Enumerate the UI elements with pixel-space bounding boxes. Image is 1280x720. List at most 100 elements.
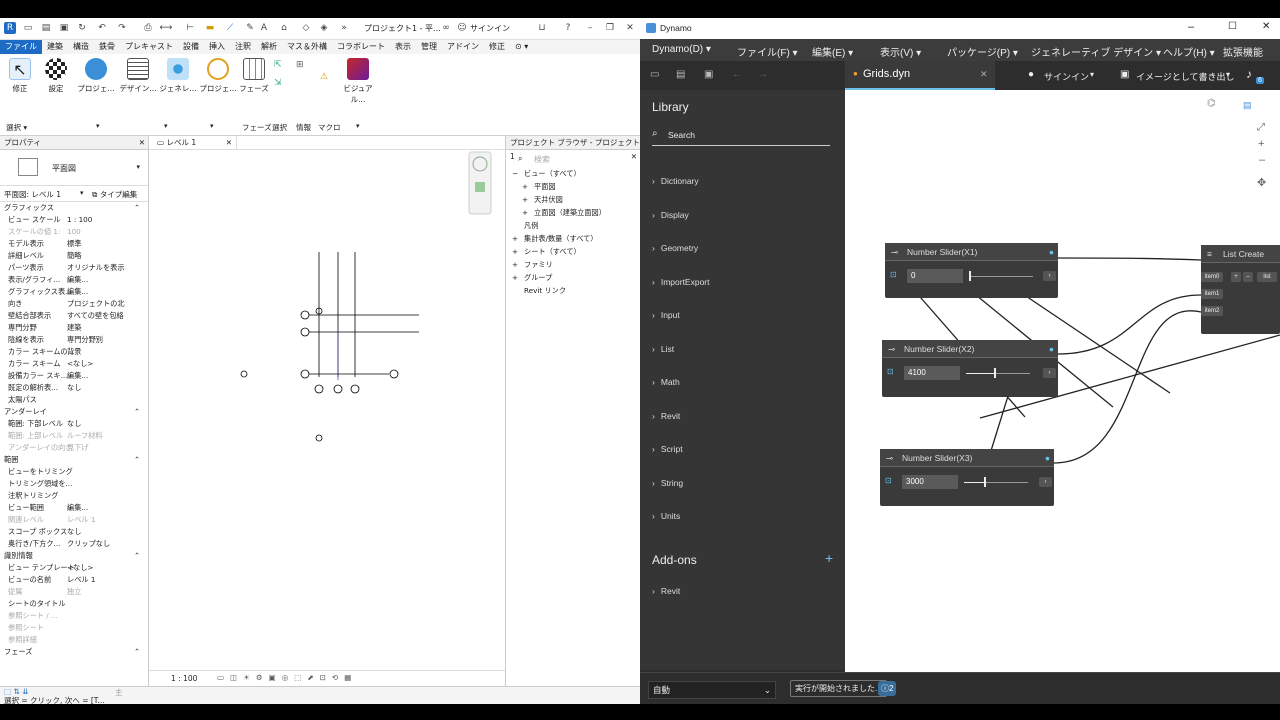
measure-icon[interactable]: ⟷ bbox=[160, 22, 173, 34]
property-row[interactable]: 専門分野 建築 bbox=[0, 322, 148, 334]
save-icon[interactable]: ▣ bbox=[704, 69, 713, 80]
library-search[interactable]: ⌕ Search bbox=[652, 124, 830, 146]
minimize-icon[interactable]: – bbox=[584, 22, 596, 34]
library-item[interactable]: › Math bbox=[652, 377, 680, 387]
property-row[interactable]: トリミング領域を... bbox=[0, 478, 148, 490]
property-row[interactable]: 範囲: 上部レベル ルーフ材料 bbox=[0, 430, 148, 442]
property-row[interactable]: アンダーレイの向き 見下げ bbox=[0, 442, 148, 454]
property-value[interactable]: 建築 bbox=[67, 322, 81, 334]
output-port[interactable]: › bbox=[1039, 477, 1052, 487]
slider-thumb[interactable] bbox=[984, 477, 987, 487]
library-item[interactable]: › Dictionary bbox=[652, 176, 699, 186]
inquiry-icon[interactable]: ⊞ bbox=[296, 60, 312, 72]
warning-icon[interactable]: ⚠ bbox=[320, 72, 336, 84]
browser-item[interactable]: Revit リンク bbox=[506, 285, 640, 298]
library-item[interactable]: › Script bbox=[652, 444, 683, 454]
expand-icon[interactable]: + bbox=[522, 207, 528, 219]
property-row[interactable]: ビュー範囲 編集... bbox=[0, 502, 148, 514]
collapse-icon[interactable]: ⌃ bbox=[134, 406, 140, 418]
property-value[interactable]: プロジェクトの北 bbox=[67, 298, 125, 310]
property-row[interactable]: スケールの値 1: 100 bbox=[0, 226, 148, 238]
collapse-icon[interactable]: ⌃ bbox=[134, 454, 140, 466]
expand-icon[interactable]: + bbox=[512, 259, 518, 271]
view-control-icons[interactable]: ▭◫☀⚙▣◎⬚⬈⊡⟲▦ bbox=[217, 673, 357, 682]
instance-filter[interactable]: 平面図: レベル 1 ▾ ⧉ タイプ編集 bbox=[0, 186, 148, 202]
restore-icon[interactable]: ❐ bbox=[604, 22, 616, 34]
revit-menu-9[interactable]: マス＆外構 bbox=[282, 40, 332, 54]
property-value[interactable]: 編集... bbox=[67, 502, 88, 514]
property-row[interactable]: 従属 独立 bbox=[0, 586, 148, 598]
library-item[interactable]: › Revit bbox=[652, 411, 680, 421]
property-row[interactable]: グラフィックス表... 編集... bbox=[0, 286, 148, 298]
property-value[interactable]: 編集... bbox=[67, 286, 88, 298]
generative-button[interactable]: ジェネレ... bbox=[158, 58, 198, 94]
revit-menu-12[interactable]: 管理 bbox=[416, 40, 442, 54]
property-row[interactable]: 表示/グラフィ... 編集... bbox=[0, 274, 148, 286]
dynamo-signin[interactable]: サインイン bbox=[1044, 70, 1089, 83]
panel-dropdown-4[interactable]: ▾ bbox=[356, 122, 360, 130]
select-links-icon[interactable]: ⇱ bbox=[274, 60, 290, 72]
property-row[interactable]: スコープ ボックス なし bbox=[0, 526, 148, 538]
number-slider-x2[interactable]: ⊸ Number Slider(X2) ● ⊡ 4100 › bbox=[882, 340, 1058, 397]
close-icon[interactable]: ✕ bbox=[624, 22, 636, 34]
input-port-item2[interactable]: item2 bbox=[1201, 306, 1223, 316]
revit-signin[interactable]: サインイン bbox=[470, 23, 510, 34]
output-port-list[interactable]: list bbox=[1257, 272, 1277, 282]
property-row[interactable]: ビュー テンプレート <なし> bbox=[0, 562, 148, 574]
section-icon[interactable]: ◈ bbox=[318, 22, 330, 34]
view-scale[interactable]: 1 : 100 bbox=[171, 674, 197, 683]
sync-icon[interactable]: ↻ bbox=[76, 22, 88, 34]
revit-menu-4[interactable]: プレキャスト bbox=[120, 40, 178, 54]
property-value[interactable]: 独立 bbox=[67, 586, 81, 598]
property-value[interactable]: ルーフ材料 bbox=[67, 430, 103, 442]
panel-dropdown-2[interactable]: ▾ bbox=[164, 122, 168, 130]
property-row[interactable]: 太陽パス bbox=[0, 394, 148, 406]
panel-dropdown-1[interactable]: ▾ bbox=[96, 122, 100, 130]
property-row[interactable]: シートのタイトル bbox=[0, 598, 148, 610]
redo-icon[interactable]: → bbox=[758, 69, 768, 80]
collapse-icon[interactable]: ⌃ bbox=[134, 550, 140, 562]
bell-icon[interactable]: ♪ bbox=[1246, 67, 1252, 81]
number-slider-x3[interactable]: ⊸ Number Slider(X3) ● ⊡ 3000 › bbox=[880, 449, 1054, 506]
wall-icon[interactable]: ▬ bbox=[204, 22, 216, 34]
property-row[interactable]: 奥行き/下方ク... クリップなし bbox=[0, 538, 148, 550]
library-item[interactable]: › ImportExport bbox=[652, 277, 710, 287]
library-item[interactable]: › Units bbox=[652, 511, 680, 521]
dynamo-menu-7[interactable]: 拡張機能 bbox=[1223, 44, 1263, 59]
property-value[interactable]: <なし> bbox=[67, 562, 93, 574]
browser-item[interactable]: + シート（すべて） bbox=[506, 246, 640, 259]
chevron-down-icon[interactable]: ▾ bbox=[1226, 70, 1230, 79]
cart-icon[interactable]: ⊔ bbox=[536, 22, 548, 34]
3d-view-icon[interactable]: ◇ bbox=[300, 22, 312, 34]
line-icon[interactable]: ⟋ bbox=[224, 22, 236, 34]
visual-programming-button[interactable]: ビジュアル... bbox=[338, 58, 378, 105]
library-item[interactable]: › List bbox=[652, 344, 674, 354]
slider-track[interactable] bbox=[964, 477, 1028, 487]
library-item[interactable]: › Display bbox=[652, 210, 689, 220]
type-edit-button[interactable]: ⧉ タイプ編集 bbox=[92, 189, 137, 200]
input-port-item0[interactable]: item0 bbox=[1201, 272, 1223, 282]
property-section[interactable]: フェーズ ⌃ bbox=[0, 646, 148, 658]
property-value[interactable]: 編集... bbox=[67, 370, 88, 382]
binoculars-icon[interactable]: ∞ bbox=[440, 22, 452, 34]
dynamo-menu-0[interactable]: Dynamo(D) ▾ bbox=[652, 44, 711, 55]
dynamo-menu-1[interactable]: ファイル(F) ▾ bbox=[737, 44, 798, 59]
context-menu-icon[interactable]: ⊙ ▾ bbox=[510, 40, 533, 54]
property-row[interactable]: 向き プロジェクトの北 bbox=[0, 298, 148, 310]
property-value[interactable]: レベル 1 bbox=[67, 574, 95, 586]
slider-thumb[interactable] bbox=[969, 271, 971, 281]
property-value[interactable]: クリップなし bbox=[67, 538, 110, 550]
export-image-button[interactable]: イメージとして書き出し bbox=[1136, 70, 1235, 83]
browser-search[interactable]: ⌕ 検索 bbox=[506, 150, 640, 168]
revit-menu-5[interactable]: 設備 bbox=[178, 40, 204, 54]
dimension-icon[interactable]: ⊢ bbox=[184, 22, 196, 34]
design-options-button[interactable]: デザイン... bbox=[118, 58, 158, 94]
panel-select[interactable]: 選択 ▾ bbox=[6, 122, 27, 133]
slider-value-input[interactable]: 3000 bbox=[902, 475, 958, 489]
slider-thumb[interactable] bbox=[993, 368, 996, 378]
browser-item[interactable]: + 立面図（建築立面図） bbox=[506, 207, 640, 220]
revit-menu-13[interactable]: アドイン bbox=[442, 40, 484, 54]
new-file-icon[interactable]: ▭ bbox=[650, 69, 659, 80]
drawing-canvas[interactable] bbox=[149, 150, 505, 670]
output-port[interactable]: › bbox=[1043, 368, 1056, 378]
